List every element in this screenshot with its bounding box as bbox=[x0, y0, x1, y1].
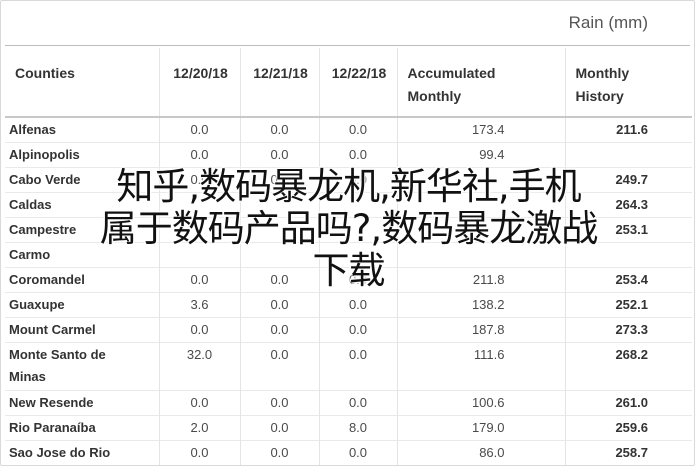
rain-day-3-cell: 0.0 bbox=[318, 142, 397, 168]
column-header-counties[interactable]: Counties bbox=[5, 48, 159, 117]
accumulated-monthly-cell: 100.6 bbox=[396, 390, 565, 416]
rain-day-2-cell: 0.0 bbox=[239, 440, 319, 465]
overlay-line-3: 下载 bbox=[312, 249, 386, 292]
rain-day-1-cell: 2.0 bbox=[158, 415, 240, 441]
county-cell: Alpinopolis bbox=[9, 147, 80, 162]
rain-table-panel: Rain (mm) Counties 12/20/18 12/21/18 12/… bbox=[0, 0, 695, 466]
monthly-history-cell: 259.6 bbox=[564, 415, 692, 441]
accumulated-monthly-cell: 99.4 bbox=[396, 142, 565, 168]
rain-day-1-cell: 3.6 bbox=[158, 292, 240, 318]
watermark-overlay-text: 知乎,数码暴龙机,新华社,手机 属于数码产品吗?,数码暴龙激战 下载 bbox=[1, 165, 694, 292]
table-row: Alfenas 0.0 0.0 0.0 173.4 211.6 bbox=[5, 117, 692, 143]
rain-day-3-cell: 0.0 bbox=[318, 292, 397, 318]
rain-day-1-cell: 0.0 bbox=[158, 317, 240, 343]
table-header-row: Counties 12/20/18 12/21/18 12/22/18 Accu… bbox=[5, 48, 692, 117]
accumulated-monthly-cell: 111.6 bbox=[396, 342, 565, 391]
accumulated-monthly-cell: 86.0 bbox=[396, 440, 565, 465]
rain-day-1-cell: 0.0 bbox=[158, 142, 240, 168]
rain-day-2-cell: 0.0 bbox=[239, 142, 319, 168]
rain-day-2-cell: 0.0 bbox=[239, 292, 319, 318]
overlay-line-2: 属于数码产品吗?,数码暴龙激战 bbox=[99, 207, 598, 250]
county-cell: Sao Jose do RioPardo bbox=[9, 445, 111, 460]
table-row: Guaxupe 3.6 0.0 0.0 138.2 252.1 bbox=[5, 292, 692, 318]
table-row: Rio Paranaíba 2.0 0.0 8.0 179.0 259.6 bbox=[5, 415, 692, 441]
county-cell: Alfenas bbox=[9, 122, 56, 137]
rain-day-3-cell: 0.0 bbox=[318, 317, 397, 343]
monthly-history-cell: 273.3 bbox=[564, 317, 692, 343]
monthly-history-cell: 211.6 bbox=[564, 117, 692, 143]
rain-day-2-cell: 0.0 bbox=[239, 317, 319, 343]
column-header-date-1[interactable]: 12/20/18 bbox=[158, 48, 240, 117]
table-row: Sao Jose do RioPardo0.00.00.086.0258.7 bbox=[5, 440, 692, 465]
table-row: Monte Santo de Minas 32.0 0.0 0.0 111.6 268.2 bbox=[5, 342, 692, 391]
rain-day-1-cell: 0.0 bbox=[158, 440, 240, 465]
rain-day-3-cell: 0.0 bbox=[318, 342, 397, 391]
table-row: New Resende 0.0 0.0 0.0 100.6 261.0 bbox=[5, 390, 692, 416]
rain-day-1-cell: 0.0 bbox=[158, 390, 240, 416]
monthly-history-cell: 258.7 bbox=[564, 440, 692, 465]
rain-day-1-cell: 32.0 bbox=[158, 342, 240, 391]
rain-day-3-cell: 8.0 bbox=[318, 415, 397, 441]
table-row: Alpinopolis 0.0 0.0 0.0 99.4 bbox=[5, 142, 692, 168]
county-cell: Guaxupe bbox=[9, 297, 65, 312]
monthly-history-cell: 261.0 bbox=[564, 390, 692, 416]
accumulated-monthly-cell: 138.2 bbox=[396, 292, 565, 318]
rain-day-3-cell: 0.0 bbox=[318, 440, 397, 465]
county-cell: New Resende bbox=[9, 395, 94, 410]
accumulated-monthly-cell: 187.8 bbox=[396, 317, 565, 343]
column-header-date-2[interactable]: 12/21/18 bbox=[239, 48, 319, 117]
column-header-date-3[interactable]: 12/22/18 bbox=[318, 48, 397, 117]
rain-day-2-cell: 0.0 bbox=[239, 117, 319, 143]
column-header-accumulated-monthly[interactable]: Accumulated Monthly bbox=[396, 48, 565, 117]
county-cell: Monte Santo de Minas bbox=[9, 347, 106, 384]
unit-title: Rain (mm) bbox=[568, 13, 648, 32]
county-cell: Mount Carmel bbox=[9, 322, 96, 337]
accumulated-monthly-cell: 173.4 bbox=[396, 117, 565, 143]
rain-day-2-cell: 0.0 bbox=[239, 415, 319, 441]
accumulated-monthly-cell: 179.0 bbox=[396, 415, 565, 441]
rain-day-2-cell: 0.0 bbox=[239, 390, 319, 416]
rain-day-3-cell: 0.0 bbox=[318, 390, 397, 416]
overlay-line-1: 知乎,数码暴龙机,新华社,手机 bbox=[116, 165, 581, 208]
rain-day-1-cell: 0.0 bbox=[158, 117, 240, 143]
table-row: Mount Carmel 0.0 0.0 0.0 187.8 273.3 bbox=[5, 317, 692, 343]
rain-day-3-cell: 0.0 bbox=[318, 117, 397, 143]
monthly-history-cell: 252.1 bbox=[564, 292, 692, 318]
monthly-history-cell bbox=[564, 142, 692, 168]
column-header-monthly-history[interactable]: Monthly History bbox=[564, 48, 692, 117]
county-cell: Rio Paranaíba bbox=[9, 420, 96, 435]
rain-day-2-cell: 0.0 bbox=[239, 342, 319, 391]
title-divider bbox=[5, 45, 690, 46]
monthly-history-cell: 268.2 bbox=[564, 342, 692, 391]
